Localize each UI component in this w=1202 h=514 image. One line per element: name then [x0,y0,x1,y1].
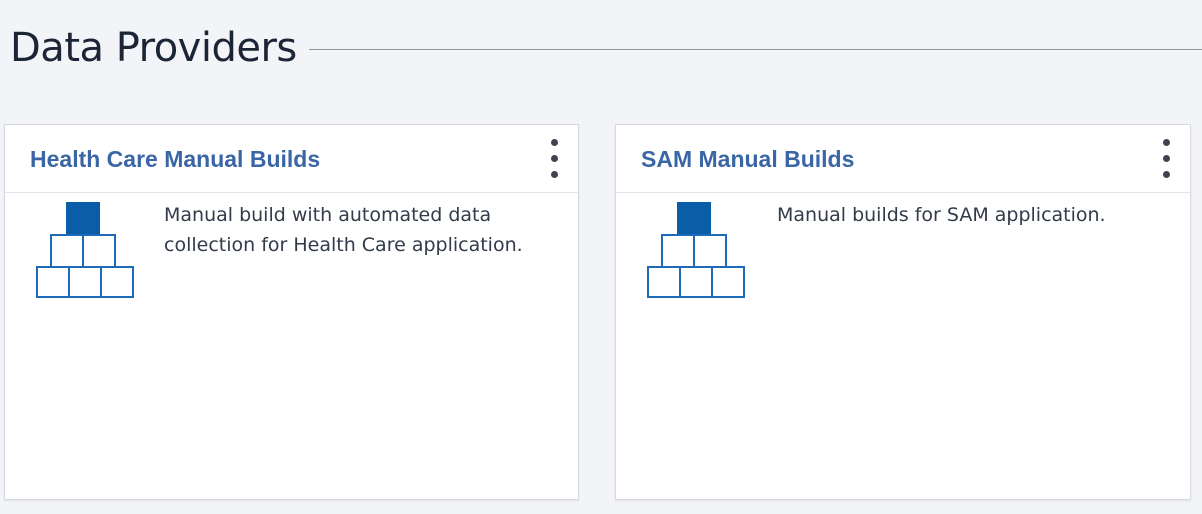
card-header: SAM Manual Builds [616,125,1190,193]
card-description: Manual builds for SAM application. [777,204,1106,226]
page-title: Data Providers [10,25,297,71]
pyramid-build-icon [36,202,134,298]
card-description: Manual build with automated data collect… [164,204,523,256]
kebab-menu-icon[interactable] [544,139,564,179]
section-header: Data Providers [10,22,1202,74]
kebab-menu-icon[interactable] [1156,139,1176,179]
card-title-link[interactable]: Health Care Manual Builds [30,146,320,173]
card-header: Health Care Manual Builds [5,125,578,193]
data-provider-card-health-care[interactable]: Health Care Manual Builds Manual build w… [4,124,579,500]
card-title-link[interactable]: SAM Manual Builds [641,146,854,173]
header-divider [308,48,1202,50]
pyramid-build-icon [647,202,745,298]
data-provider-card-sam[interactable]: SAM Manual Builds Manual builds for SAM … [615,124,1191,500]
